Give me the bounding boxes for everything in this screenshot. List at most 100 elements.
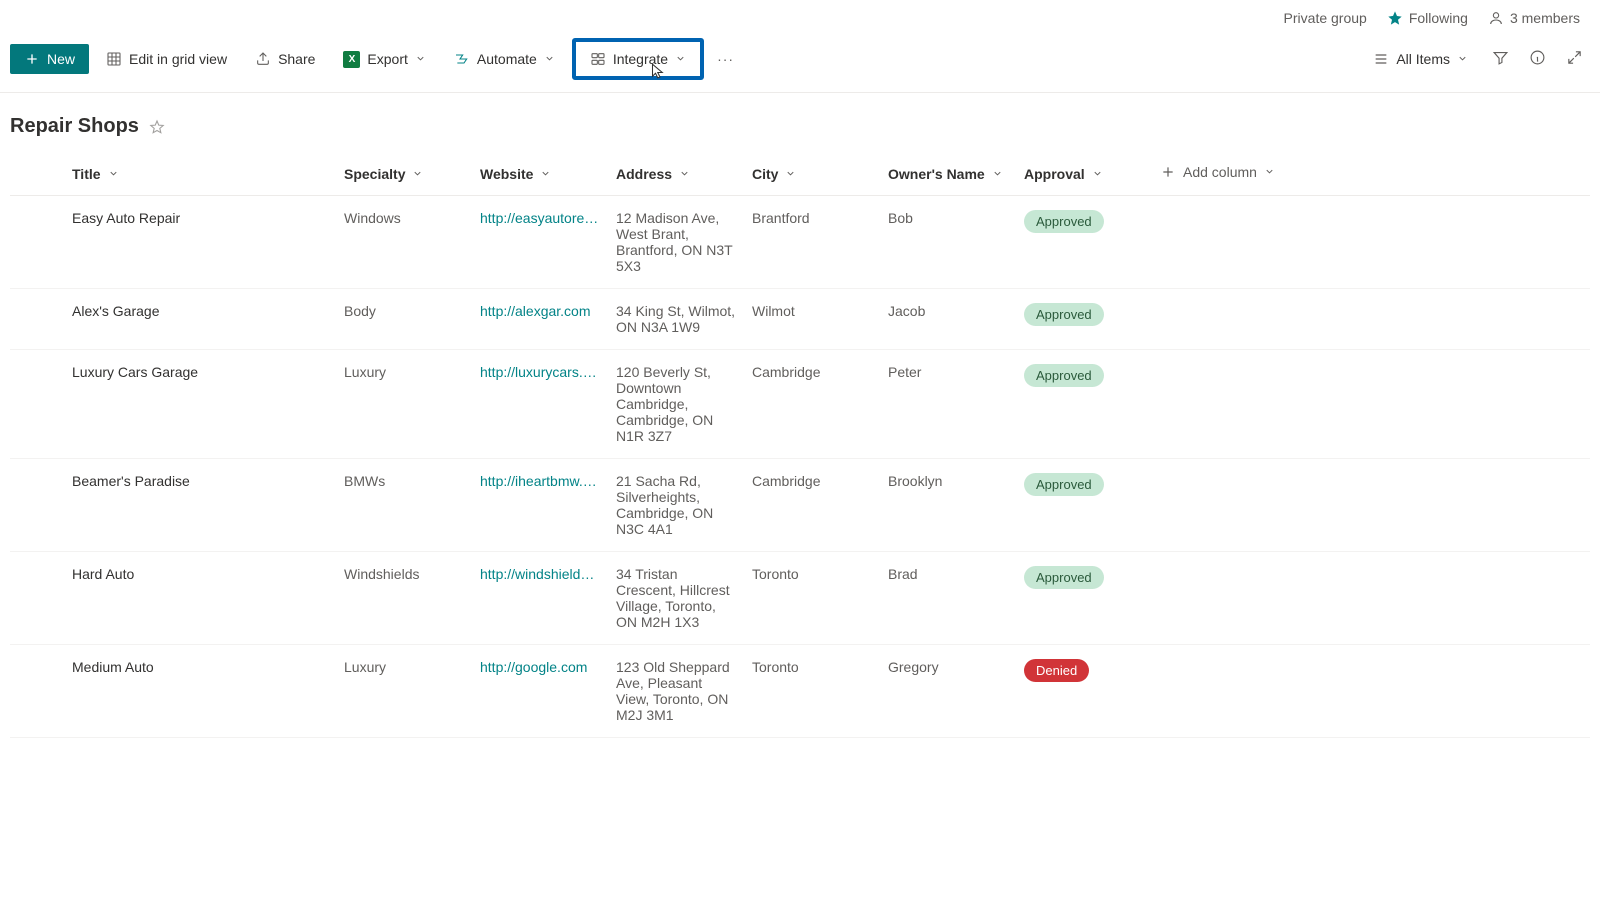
cell-specialty: Luxury: [336, 350, 472, 459]
table-row[interactable]: Luxury Cars GarageLuxury http://luxurycar…: [10, 350, 1590, 459]
new-button[interactable]: New: [10, 44, 89, 74]
cell-owner: Gregory: [880, 645, 1016, 738]
select-all-header[interactable]: [10, 152, 64, 196]
cell-approval: Approved: [1016, 196, 1152, 289]
cell-title: Beamer's Paradise: [64, 459, 336, 552]
cell-address: 123 Old Sheppard Ave, Pleasant View, Tor…: [608, 645, 744, 738]
expand-button[interactable]: [1559, 42, 1590, 76]
integrate-label: Integrate: [613, 51, 668, 67]
automate-button[interactable]: Automate: [443, 44, 566, 74]
plus-icon: [24, 51, 40, 67]
website-link[interactable]: http://alexgar.com: [480, 303, 591, 319]
cell-address: 12 Madison Ave, West Brant, Brantford, O…: [608, 196, 744, 289]
excel-icon: X: [343, 51, 360, 68]
site-header-meta: Private group Following 3 members: [0, 0, 1600, 32]
col-header-owner[interactable]: Owner's Name: [880, 152, 1016, 196]
cell-owner: Brooklyn: [880, 459, 1016, 552]
cell-empty: [1152, 196, 1590, 289]
cell-city: Toronto: [744, 645, 880, 738]
share-button[interactable]: Share: [244, 44, 326, 74]
members-count-label: 3 members: [1510, 10, 1580, 26]
members-link[interactable]: 3 members: [1488, 10, 1580, 26]
col-header-address[interactable]: Address: [608, 152, 744, 196]
col-header-city[interactable]: City: [744, 152, 880, 196]
integrate-button[interactable]: Integrate: [572, 38, 704, 80]
cell-empty: [1152, 289, 1590, 350]
table-row[interactable]: Easy Auto RepairWindowshttp://easyautore…: [10, 196, 1590, 289]
col-header-specialty[interactable]: Specialty: [336, 152, 472, 196]
row-selector-cell[interactable]: [10, 552, 64, 645]
approval-pill: Approved: [1024, 303, 1104, 326]
col-header-website[interactable]: Website: [472, 152, 608, 196]
cell-website: http://windshieldharda...: [472, 552, 608, 645]
cell-address: 34 Tristan Crescent, Hillcrest Village, …: [608, 552, 744, 645]
website-link[interactable]: http://iheartbmw.com: [480, 473, 600, 489]
approval-pill: Denied: [1024, 659, 1089, 682]
new-button-label: New: [47, 51, 75, 67]
row-selector-cell[interactable]: [10, 289, 64, 350]
chevron-down-icon: [675, 51, 686, 67]
add-column-button[interactable]: Add column: [1152, 152, 1590, 196]
chevron-down-icon: [412, 166, 423, 182]
table-row[interactable]: Alex's GarageBody http://alexgar.com 34 Ki…: [10, 289, 1590, 350]
cell-website: http://alexgar.com: [472, 289, 608, 350]
edit-grid-button[interactable]: Edit in grid view: [95, 44, 238, 74]
row-selector-cell[interactable]: [10, 459, 64, 552]
row-selector-cell[interactable]: [10, 645, 64, 738]
website-link[interactable]: http://easyautorepair.c...: [480, 210, 600, 226]
cell-empty: [1152, 645, 1590, 738]
cell-city: Toronto: [744, 552, 880, 645]
cell-empty: [1152, 552, 1590, 645]
cell-city: Cambridge: [744, 350, 880, 459]
cell-approval: Approved: [1016, 552, 1152, 645]
view-selector-label: All Items: [1396, 51, 1450, 67]
approval-pill: Approved: [1024, 473, 1104, 496]
row-selector-cell[interactable]: [10, 196, 64, 289]
approval-pill: Approved: [1024, 364, 1104, 387]
info-button[interactable]: [1522, 42, 1553, 76]
row-selector-cell[interactable]: [10, 350, 64, 459]
expand-icon: [1566, 49, 1583, 69]
website-link[interactable]: http://luxurycars.com: [480, 364, 600, 380]
more-actions-button[interactable]: ···: [710, 44, 741, 74]
cell-title: Hard Auto: [64, 552, 336, 645]
cell-city: Cambridge: [744, 459, 880, 552]
cell-city: Wilmot: [744, 289, 880, 350]
col-header-approval[interactable]: Approval: [1016, 152, 1152, 196]
cell-owner: Jacob: [880, 289, 1016, 350]
cell-address: 34 King St, Wilmot, ON N3A 1W9: [608, 289, 744, 350]
person-icon: [1488, 10, 1504, 26]
cell-title: Luxury Cars Garage: [64, 350, 336, 459]
chevron-down-icon: [544, 51, 555, 67]
website-link[interactable]: http://windshieldharda...: [480, 566, 600, 582]
col-header-title[interactable]: Title: [64, 152, 336, 196]
cell-title: Medium Auto: [64, 645, 336, 738]
filter-button[interactable]: [1485, 42, 1516, 76]
cell-specialty: BMWs: [336, 459, 472, 552]
cell-approval: Approved: [1016, 289, 1152, 350]
integrate-icon: [590, 51, 606, 67]
share-label: Share: [278, 51, 315, 67]
table-row[interactable]: Hard AutoWindshieldshttp://windshieldhar…: [10, 552, 1590, 645]
table-header-row: Title Specialty Website Address City Own…: [10, 152, 1590, 196]
list-icon: [1373, 51, 1389, 67]
chevron-down-icon: [992, 166, 1003, 182]
website-link[interactable]: http://google.com: [480, 659, 587, 675]
cell-specialty: Body: [336, 289, 472, 350]
favorite-star-button[interactable]: [149, 119, 165, 135]
cell-city: Brantford: [744, 196, 880, 289]
export-button[interactable]: X Export: [332, 44, 436, 75]
ellipsis-icon: ···: [717, 51, 734, 67]
cell-owner: Brad: [880, 552, 1016, 645]
following-toggle[interactable]: Following: [1387, 10, 1468, 26]
cell-website: http://luxurycars.com: [472, 350, 608, 459]
approval-pill: Approved: [1024, 566, 1104, 589]
cell-title: Alex's Garage: [64, 289, 336, 350]
cell-website: http://easyautorepair.c...: [472, 196, 608, 289]
table-row[interactable]: Medium AutoLuxuryhttp://google.com123 Ol…: [10, 645, 1590, 738]
cell-empty: [1152, 459, 1590, 552]
view-selector-button[interactable]: All Items: [1362, 44, 1479, 74]
table-row[interactable]: Beamer's ParadiseBMWs http://iheartbmw.co…: [10, 459, 1590, 552]
cell-approval: Denied: [1016, 645, 1152, 738]
list-title: Repair Shops: [10, 115, 139, 138]
